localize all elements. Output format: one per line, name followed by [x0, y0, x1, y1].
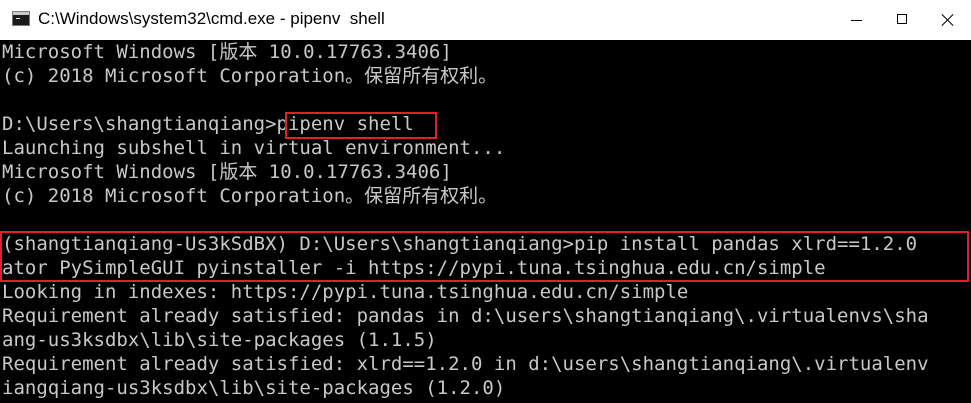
console-output[interactable]: Microsoft Windows [版本 10.0.17763.3406] (… — [0, 40, 971, 403]
console-line: D:\Users\shangtianqiang>pipenv shell — [2, 113, 414, 135]
maximize-icon — [897, 14, 907, 24]
close-icon — [941, 13, 955, 27]
cmd-app-icon[interactable] — [12, 11, 30, 26]
console-line: Requirement already satisfied: xlrd==1.2… — [2, 353, 929, 375]
console-line: Requirement already satisfied: pandas in… — [2, 305, 929, 327]
minimize-button[interactable] — [833, 0, 879, 40]
maximize-button[interactable] — [879, 0, 925, 40]
console-line: (c) 2018 Microsoft Corporation。保留所有权利。 — [2, 185, 498, 207]
console-line: iangqiang-us3ksdbx\lib\site-packages (1.… — [2, 377, 506, 399]
console-line: Looking in indexes: https://pypi.tuna.ts… — [2, 281, 689, 303]
window-controls — [833, 0, 971, 40]
console-line: ator PySimpleGUI pyinstaller -i https://… — [2, 257, 826, 279]
minimize-icon — [851, 20, 862, 21]
console-line: Launching subshell in virtual environmen… — [2, 137, 506, 159]
cmd-window: C:\Windows\system32\cmd.exe - pipenv she… — [0, 0, 971, 403]
window-title: C:\Windows\system32\cmd.exe - pipenv she… — [38, 9, 385, 28]
console-line: ang-us3ksdbx\lib\site-packages (1.1.5) — [2, 329, 437, 351]
console-line: Microsoft Windows [版本 10.0.17763.3406] — [2, 161, 452, 183]
console-line: Microsoft Windows [版本 10.0.17763.3406] — [2, 41, 452, 63]
console-line: (c) 2018 Microsoft Corporation。保留所有权利。 — [2, 65, 498, 87]
close-button[interactable] — [925, 0, 971, 40]
title-bar[interactable]: C:\Windows\system32\cmd.exe - pipenv she… — [0, 0, 971, 40]
console-line: (shangtianqiang-Us3kSdBX) D:\Users\shang… — [2, 233, 918, 255]
